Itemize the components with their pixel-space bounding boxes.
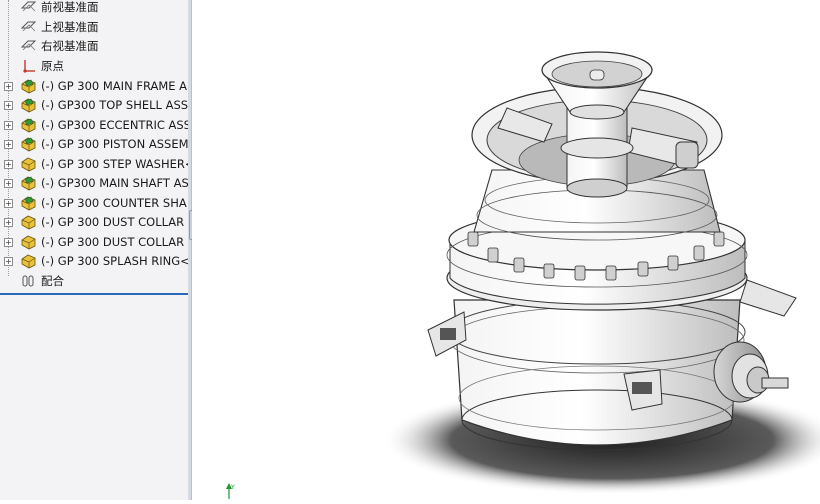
panel-bottom-edge — [0, 293, 188, 295]
shaft-base — [566, 178, 628, 198]
expand-toggle-icon[interactable]: + — [4, 121, 13, 130]
tree-item[interactable]: + (-) GP 300 DUST COLLAR I — [0, 233, 188, 252]
tree-item[interactable]: + (-) GP 300 STEP WASHER< — [0, 155, 188, 174]
tree-item-label: (-) GP300 TOP SHELL ASSE — [41, 98, 189, 112]
tree-item-label: 前视基准面 — [41, 0, 99, 14]
assembly-icon — [20, 195, 37, 211]
assembly-icon — [20, 175, 37, 191]
funnel-knob — [589, 69, 605, 81]
tree-item-label: (-) GP 300 SPLASH RING< — [41, 254, 189, 268]
expand-toggle-icon[interactable]: + — [4, 179, 13, 188]
assembly-icon — [20, 97, 37, 113]
mates-icon — [20, 273, 37, 289]
tree-item[interactable]: 上视基准面 — [0, 18, 188, 37]
lifting-bracket-right — [739, 279, 797, 317]
assembly-icon — [20, 117, 37, 133]
tree-item-label: (-) GP300 ECCENTRIC ASS — [41, 118, 189, 132]
origin-icon — [20, 58, 37, 74]
tree-item-label: 原点 — [41, 59, 64, 73]
bracket-slot — [440, 328, 456, 340]
tree-item[interactable]: 右视基准面 — [0, 37, 188, 56]
expand-toggle-icon[interactable]: + — [4, 257, 13, 266]
tree-item-label: (-) GP 300 COUNTER SHA — [41, 196, 187, 210]
expand-toggle-icon[interactable]: + — [4, 82, 13, 91]
main-frame-body[interactable] — [453, 299, 741, 446]
plane-icon — [20, 0, 37, 15]
tree-item-label: (-) GP 300 DUST COLLAR , — [41, 215, 189, 229]
expand-toggle-icon[interactable]: + — [4, 199, 13, 208]
tree-item-label: 右视基准面 — [41, 39, 99, 53]
feature-manager-tree: 前视基准面上视基准面右视基准面原点 + (-) GP 300 MAIN FRAME … — [0, 0, 189, 500]
plane-icon — [20, 19, 37, 35]
tree-item-label: (-) GP300 MAIN SHAFT AS — [41, 176, 189, 190]
triad-y-label: Y — [230, 484, 235, 491]
tree-item-label: 配合 — [41, 274, 64, 288]
part-icon — [20, 214, 37, 230]
graphics-viewport[interactable] — [192, 0, 820, 500]
bracket-slot — [632, 382, 652, 394]
shaft-collar — [560, 137, 634, 159]
tree-item[interactable]: 原点 — [0, 57, 188, 76]
axis-triad: Y — [226, 483, 235, 499]
countershaft-shaft — [761, 377, 789, 389]
tree-item-label: (-) GP 300 STEP WASHER< — [41, 157, 189, 171]
funnel-neck — [569, 104, 625, 120]
spider-arm-cap — [675, 141, 699, 169]
expand-toggle-icon[interactable]: + — [4, 238, 13, 247]
part-icon — [20, 234, 37, 250]
expand-toggle-icon[interactable]: + — [4, 218, 13, 227]
expand-toggle-icon[interactable]: + — [4, 140, 13, 149]
tree-item[interactable]: + (-) GP300 ECCENTRIC ASS — [0, 116, 188, 135]
tree-item-label: (-) GP 300 MAIN FRAME A — [41, 79, 188, 93]
assembly-icon — [20, 78, 37, 94]
tree-item-label: 上视基准面 — [41, 20, 99, 34]
tree-item[interactable]: + (-) GP 300 PISTON ASSEM — [0, 135, 188, 154]
expand-toggle-icon[interactable]: + — [4, 101, 13, 110]
plane-icon — [20, 38, 37, 54]
tree-item[interactable]: 前视基准面 — [0, 0, 188, 17]
tree-item-label: (-) GP 300 DUST COLLAR I — [41, 235, 189, 249]
tree-item[interactable]: + (-) GP 300 MAIN FRAME A — [0, 77, 188, 96]
tree-item[interactable]: + (-) GP 300 DUST COLLAR , — [0, 213, 188, 232]
tree-item[interactable]: + (-) GP300 TOP SHELL ASSE — [0, 96, 188, 115]
model-view — [382, 51, 820, 495]
tree-item[interactable]: + (-) GP300 MAIN SHAFT AS — [0, 174, 188, 193]
part-icon — [20, 253, 37, 269]
tree-item[interactable]: 配合 — [0, 272, 188, 291]
part-icon — [20, 156, 37, 172]
tree-item[interactable]: + (-) GP 300 COUNTER SHA — [0, 194, 188, 213]
tree-item-label: (-) GP 300 PISTON ASSEM — [41, 137, 189, 151]
assembly-icon — [20, 136, 37, 152]
expand-toggle-icon[interactable]: + — [4, 160, 13, 169]
tree-item[interactable]: + (-) GP 300 SPLASH RING< — [0, 252, 188, 271]
